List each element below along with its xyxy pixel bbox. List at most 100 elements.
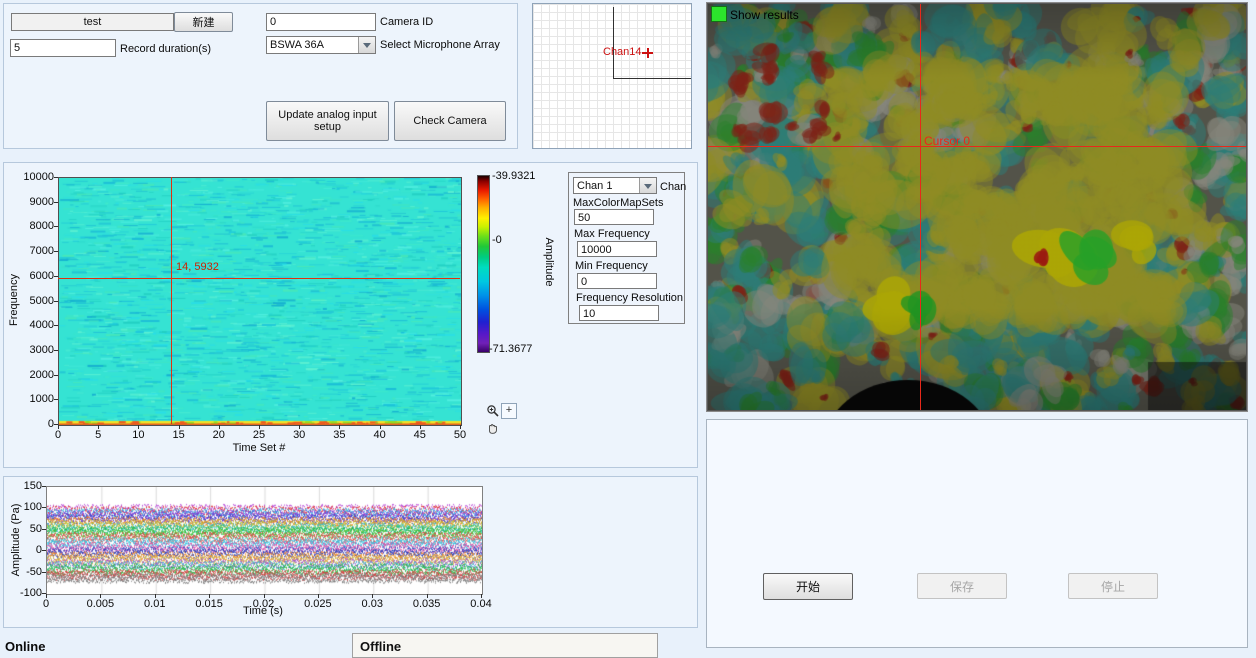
spectrogram-ytick-mark: [54, 301, 58, 302]
record-duration-field[interactable]: 5: [10, 39, 116, 57]
waveform-xtick-mark: [318, 594, 319, 598]
new-button[interactable]: 新建: [174, 12, 233, 32]
action-panel: [706, 419, 1248, 648]
spectrogram-cursor-vline[interactable]: [171, 177, 172, 424]
camera-id-field[interactable]: 0: [266, 13, 376, 31]
spectrogram-xtick-label: 10: [123, 429, 153, 441]
spectrogram-xtick-mark: [179, 425, 180, 429]
chevron-down-icon[interactable]: [358, 37, 375, 53]
colorbar-title: Amplitude: [543, 227, 555, 297]
waveform-ytick-label: 50: [2, 523, 42, 535]
spectrogram-ytick-mark: [54, 202, 58, 203]
waveform-xtick-label: 0.035: [407, 598, 447, 610]
camera-cursor-hline[interactable]: [708, 146, 1246, 147]
spectrogram-xtick-label: 50: [445, 429, 475, 441]
waveform-xtick-mark: [46, 594, 47, 598]
waveform-plot[interactable]: [46, 486, 483, 595]
zoom-tool-icon[interactable]: [486, 404, 500, 418]
start-button[interactable]: 开始: [763, 573, 853, 600]
spectrogram-xtick-label: 20: [204, 429, 234, 441]
spectrogram-ytick-mark: [54, 375, 58, 376]
max-frequency-label: Max Frequency: [574, 228, 650, 240]
waveform-ytick-label: 150: [2, 480, 42, 492]
spectrogram-xtick-label: 25: [244, 429, 274, 441]
waveform-xtick-mark: [100, 594, 101, 598]
max-frequency-field[interactable]: 10000: [577, 241, 657, 257]
spectrogram-xtick-mark: [259, 425, 260, 429]
spectrogram-xtick-mark: [138, 425, 139, 429]
spectrogram-xtick-mark: [339, 425, 340, 429]
waveform-xtick-label: 0.005: [80, 598, 120, 610]
spectrogram-ytick-label: 2000: [10, 369, 54, 381]
spectrogram-xtick-label: 0: [43, 429, 73, 441]
max-colormap-field[interactable]: 50: [574, 209, 654, 225]
camera-id-label: Camera ID: [380, 16, 433, 28]
waveform-xtick-mark: [372, 594, 373, 598]
spectrogram-xtick-label: 45: [405, 429, 435, 441]
camera-cursor-label: Cursor 0: [924, 134, 970, 148]
array-cursor-icon[interactable]: [647, 48, 649, 58]
session-name-field[interactable]: test: [11, 13, 174, 31]
spectrogram-xtick-label: 15: [164, 429, 194, 441]
spectrogram-ytick-mark: [54, 325, 58, 326]
app-window: test 新建 5 Record duration(s) 0 Camera ID…: [0, 0, 1256, 658]
waveform-xtick-label: 0.015: [189, 598, 229, 610]
waveform-xtick-label: 0: [26, 598, 66, 610]
chan-label: Chan: [660, 181, 686, 193]
cursor-tool-icon[interactable]: +: [501, 403, 517, 419]
min-frequency-label: Min Frequency: [575, 260, 648, 272]
spectrogram-xtick-mark: [420, 425, 421, 429]
array-cursor-label: Chan14: [603, 46, 642, 58]
waveform-ytick-label: -50: [2, 566, 42, 578]
waveform-xtick-label: 0.01: [135, 598, 175, 610]
save-button[interactable]: 保存: [917, 573, 1007, 599]
spectrogram-ytick-label: 4000: [10, 319, 54, 331]
max-colormap-label: MaxColorMapSets: [573, 197, 663, 209]
min-frequency-field[interactable]: 0: [577, 273, 657, 289]
spectrogram-xlabel: Time Set #: [159, 442, 359, 454]
waveform-xtick-label: 0.02: [244, 598, 284, 610]
chan-dropdown[interactable]: Chan 1: [573, 177, 657, 194]
colorbar-zero-label: -0: [492, 234, 502, 246]
mic-array-plot[interactable]: Chan14: [532, 3, 692, 149]
spectrogram-ytick-mark: [54, 251, 58, 252]
spectrogram-xtick-mark: [299, 425, 300, 429]
waveform-xtick-mark: [481, 594, 482, 598]
spectrogram-ytick-label: 10000: [10, 171, 54, 183]
spectrogram-cursor-label: 14, 5932: [176, 261, 219, 273]
show-results-checkbox[interactable]: [711, 6, 727, 22]
waveform-ytick-label: 100: [2, 501, 42, 513]
chevron-down-icon[interactable]: [639, 178, 656, 193]
offline-status-box: Offline: [352, 633, 658, 658]
spectrogram-ytick-mark: [54, 350, 58, 351]
waveform-ytick-mark: [42, 486, 46, 487]
spectrogram-xtick-mark: [380, 425, 381, 429]
camera-result-image[interactable]: [708, 4, 1246, 410]
spectrogram-ytick-mark: [54, 276, 58, 277]
mic-array-label: Select Microphone Array: [380, 39, 500, 51]
waveform-xtick-label: 0.03: [352, 598, 392, 610]
spectrogram-ytick-label: 7000: [10, 245, 54, 257]
waveform-xtick-mark: [264, 594, 265, 598]
spectrogram-cursor-hline[interactable]: [58, 278, 460, 279]
camera-cursor-vline[interactable]: [920, 4, 921, 410]
spectrogram-xtick-mark: [98, 425, 99, 429]
pan-tool-icon[interactable]: [486, 421, 500, 435]
record-duration-label: Record duration(s): [120, 43, 211, 55]
spectrogram-ytick-mark: [54, 177, 58, 178]
frequency-resolution-label: Frequency Resolution: [576, 292, 683, 304]
offline-status-label: Offline: [360, 639, 401, 654]
spectrogram-xtick-mark: [219, 425, 220, 429]
spectrogram-plot[interactable]: [58, 177, 462, 426]
spectrogram-ytick-label: 3000: [10, 344, 54, 356]
waveform-ytick-mark: [42, 529, 46, 530]
stop-button[interactable]: 停止: [1068, 573, 1158, 599]
mic-array-dropdown[interactable]: BSWA 36A: [266, 36, 376, 54]
waveform-xtick-mark: [209, 594, 210, 598]
update-analog-input-button[interactable]: Update analog input setup: [266, 101, 389, 141]
colorbar-min-label: -71.3677: [489, 343, 532, 355]
spectrogram-ytick-mark: [54, 399, 58, 400]
frequency-resolution-field[interactable]: 10: [579, 305, 659, 321]
amplitude-colorbar[interactable]: [477, 175, 490, 353]
check-camera-button[interactable]: Check Camera: [394, 101, 506, 141]
